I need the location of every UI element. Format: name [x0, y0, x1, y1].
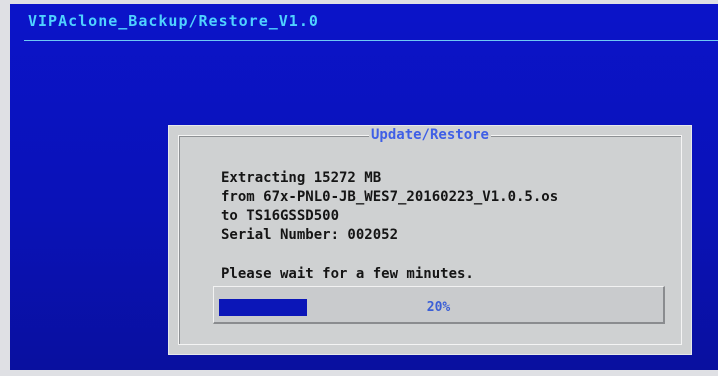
update-restore-dialog: Update/Restore Extracting 15272 MB from …	[168, 125, 692, 355]
title-divider	[24, 40, 718, 41]
progress-percent: 20%	[426, 300, 451, 315]
progress-bar: 20%	[213, 286, 665, 324]
dialog-title-text: Update/Restore	[368, 127, 491, 143]
serial-number-text: Serial Number: 002052	[221, 227, 399, 243]
target-drive-text: to TS16GSSD500	[221, 208, 340, 224]
bios-screen: VIPAclone_Backup/Restore_V1.0 Update/Res…	[10, 4, 718, 370]
app-title: VIPAclone_Backup/Restore_V1.0	[28, 12, 319, 30]
wait-message: Please wait for a few minutes.	[221, 266, 474, 282]
extracting-size-text: Extracting 15272 MB	[221, 170, 382, 186]
dialog-title: Update/Restore	[169, 127, 691, 143]
source-file-text: from 67x-PNL0-JB_WES7_20160223_V1.0.5.os	[221, 189, 559, 205]
